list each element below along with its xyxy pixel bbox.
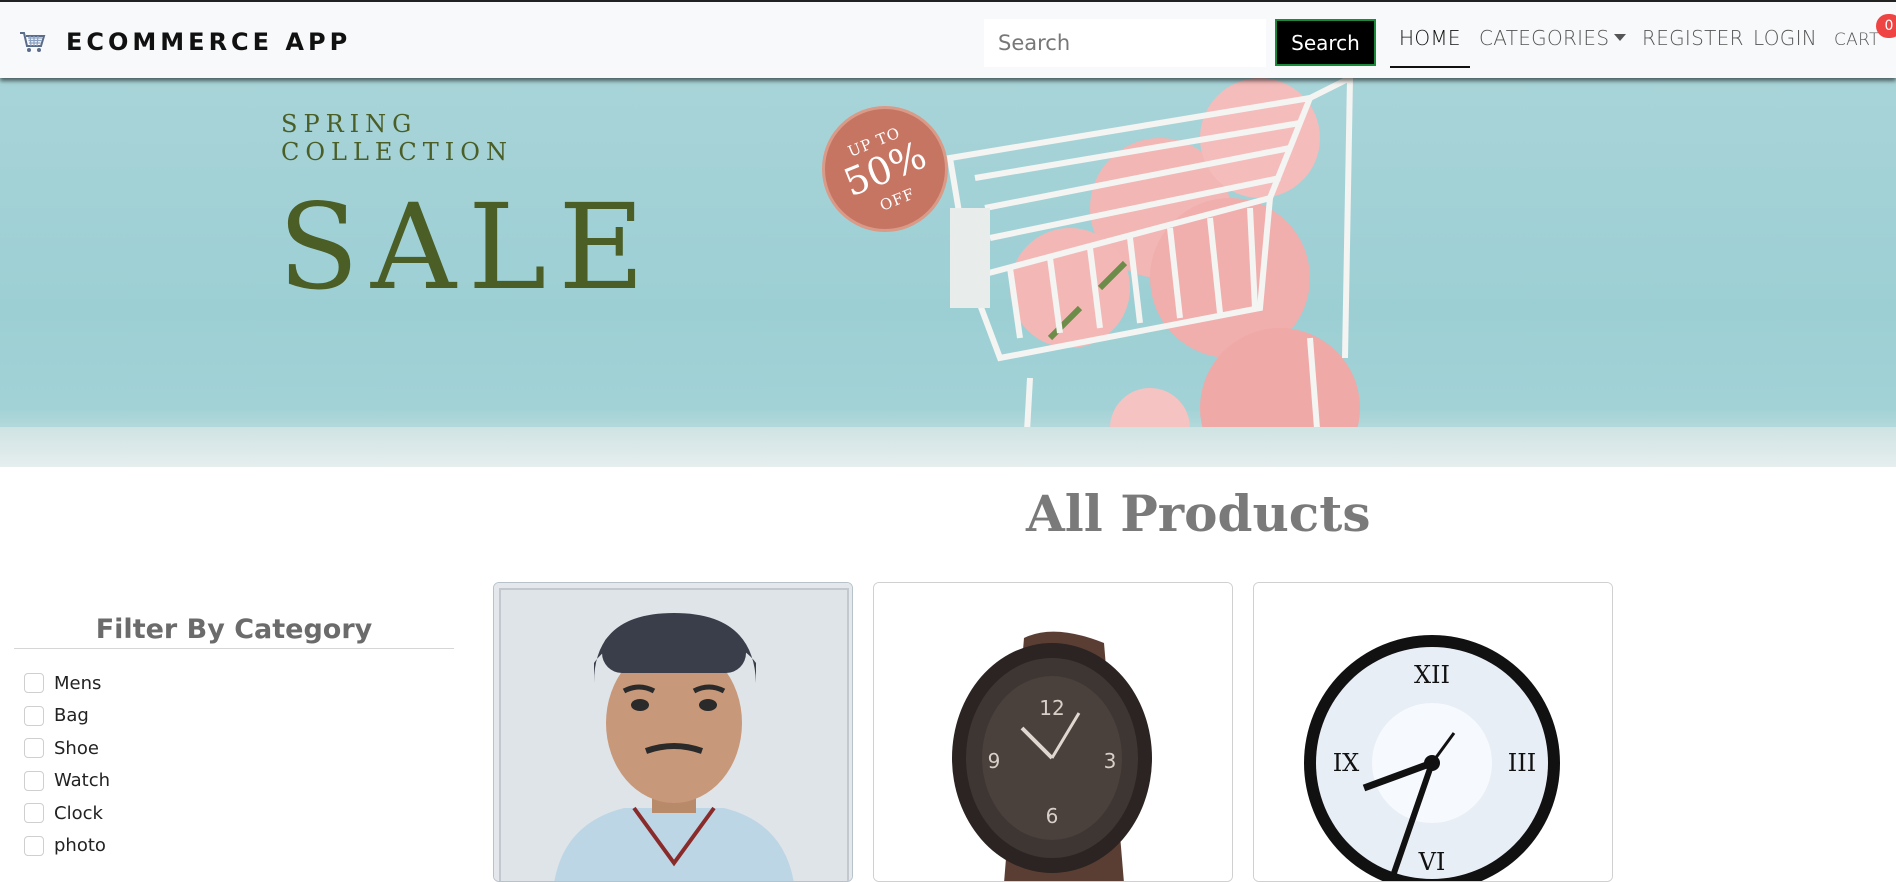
active-link-underline: [1390, 66, 1470, 68]
product-card[interactable]: 12 6 9 3: [873, 582, 1233, 882]
banner-line-1: SPRING: [281, 110, 418, 138]
filter-item-clock[interactable]: Clock: [24, 797, 110, 830]
cart-count-badge: 0: [1876, 14, 1896, 38]
checkbox[interactable]: [24, 705, 44, 726]
caret-down-icon: [1614, 34, 1627, 41]
filter-item-shoe[interactable]: Shoe: [24, 732, 110, 765]
svg-text:VI: VI: [1418, 848, 1446, 876]
checkbox[interactable]: [24, 673, 44, 694]
cart-icon: [20, 32, 46, 52]
banner-line-2: COLLECTION: [281, 138, 513, 166]
checkbox[interactable]: [24, 770, 44, 791]
filter-item-watch[interactable]: Watch: [24, 765, 110, 798]
wall-clock-image: XII IX III VI: [1254, 583, 1612, 881]
page-title: All Products: [1026, 484, 1371, 543]
hero-banner: SPRING COLLECTION SALE UP TO 50% OFF: [0, 78, 1896, 467]
svg-text:6: 6: [1046, 804, 1059, 828]
shopping-cart-illustration: [946, 78, 1360, 467]
svg-text:IX: IX: [1333, 749, 1360, 777]
banner-floor: [0, 427, 1896, 467]
discount-badge: UP TO 50% OFF: [822, 106, 948, 232]
filter-title: Filter By Category: [95, 614, 373, 645]
nav-cart-link[interactable]: CART: [1834, 30, 1880, 50]
filter-label: Bag: [54, 705, 89, 727]
svg-text:9: 9: [988, 749, 1001, 773]
product-card[interactable]: XII IX III VI: [1253, 582, 1613, 882]
nav-home-link[interactable]: HOME: [1399, 26, 1461, 50]
filter-divider: [14, 648, 454, 649]
svg-text:3: 3: [1104, 749, 1117, 773]
filter-item-mens[interactable]: Mens: [24, 667, 110, 700]
nav-categories-dropdown[interactable]: CATEGORIES: [1479, 26, 1627, 50]
nav-categories-label: CATEGORIES: [1479, 26, 1610, 50]
banner-headline: SALE: [278, 178, 657, 316]
nav-login-link[interactable]: LOGIN: [1753, 26, 1817, 50]
filter-label: photo: [54, 835, 106, 857]
svg-text:XII: XII: [1414, 661, 1450, 689]
search-button[interactable]: Search: [1275, 19, 1376, 66]
top-navbar: ECOMMERCE APP Search HOME CATEGORIES REG…: [0, 0, 1896, 78]
wristwatch-image: 12 6 9 3: [874, 583, 1232, 881]
brand[interactable]: ECOMMERCE APP: [18, 24, 351, 60]
nav-register-link[interactable]: REGISTER: [1642, 26, 1744, 50]
svg-text:III: III: [1508, 749, 1536, 777]
checkbox[interactable]: [24, 803, 44, 824]
filter-label: Watch: [54, 770, 111, 792]
search-input[interactable]: [984, 19, 1266, 67]
product-card[interactable]: [493, 582, 853, 882]
filter-item-photo[interactable]: photo: [24, 830, 110, 863]
checkbox[interactable]: [24, 738, 44, 759]
brand-name: ECOMMERCE APP: [66, 28, 352, 56]
checkbox[interactable]: [24, 835, 44, 856]
svg-text:12: 12: [1039, 696, 1064, 720]
filter-label: Mens: [54, 672, 102, 694]
person-portrait-image: [494, 583, 852, 881]
filter-label: Shoe: [54, 737, 99, 759]
category-filter-list: Mens Bag Shoe Watch Clock photo: [24, 667, 110, 862]
filter-label: Clock: [54, 802, 103, 824]
banner-subtitle: SPRING COLLECTION: [281, 110, 513, 166]
filter-item-bag[interactable]: Bag: [24, 700, 110, 733]
